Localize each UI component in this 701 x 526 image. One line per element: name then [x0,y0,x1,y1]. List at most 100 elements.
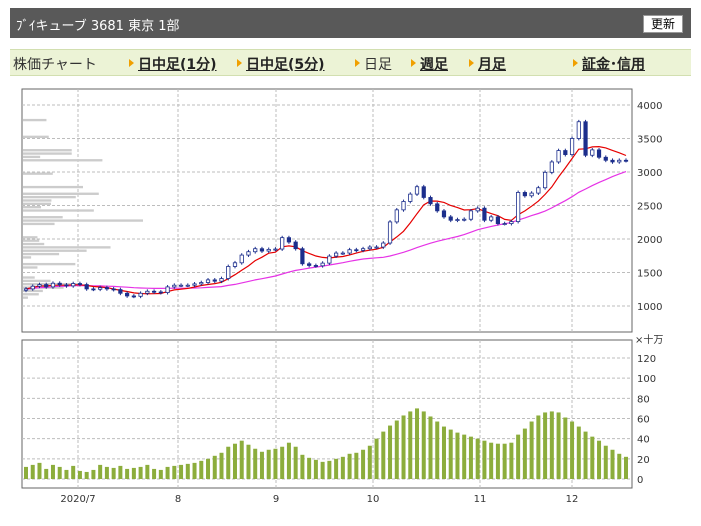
month-label: 2020/7 [60,494,95,505]
candle-up [340,252,345,255]
volume-bar [475,438,480,479]
volume-profile-bar [23,118,47,122]
candle-up [23,288,29,291]
candle-down [77,283,83,285]
candle-up [280,237,285,250]
candle-down [354,249,359,252]
candle-down [293,241,298,250]
candle-down [84,284,89,290]
volume-bar [388,425,393,479]
volume-bar [226,446,231,479]
volume-profile-bar [23,242,45,246]
volume-panel-frame [21,339,633,489]
volume-unit-label: ×十万 [635,333,663,346]
candle-down [118,289,123,294]
candle-up [192,283,197,286]
candle-down [421,186,426,198]
candle-down [522,192,527,197]
volume-profile-bar [23,296,28,299]
volume-bar [381,431,386,479]
volume-profile-bar [23,246,111,249]
candle-up [320,262,325,267]
candle-up [266,248,271,252]
volume-bar [253,448,258,479]
volume-profile-bar [23,293,39,296]
candle-down [313,265,318,267]
volume-bar [509,442,514,479]
candle-up [178,284,184,287]
volume-bar [597,440,602,479]
volume-bar [273,448,278,479]
candle-down [623,159,629,162]
volume-bar [44,468,49,479]
volume-bar [408,411,413,479]
candle-up [394,209,399,223]
candle-up [455,219,460,221]
volume-bar [293,446,298,479]
candle-down [448,216,453,221]
candle-up [98,287,103,290]
volume-bar [239,440,244,479]
candle-up [246,251,251,256]
volume-bar [394,420,399,479]
volume-bar [37,462,42,479]
candle-up [71,283,76,287]
volume-bar [617,453,622,479]
volume-bar [570,421,575,479]
volume-bar [84,471,89,479]
candle-down [64,284,69,287]
candle-up [327,255,332,264]
candle-up [232,262,238,267]
volume-tick-label: 40 [637,435,650,446]
volume-bar [516,434,521,479]
volume-bar [556,412,561,479]
candle-up [408,193,413,202]
candle-up [509,221,514,224]
candle-down [212,279,217,282]
volume-profile-bar [23,192,99,195]
candle-up [549,161,554,173]
candle-down [610,159,615,163]
candle-up [367,246,372,250]
volume-bar [145,464,150,479]
candle-up [516,192,521,222]
volume-tick-label: 60 [637,415,650,426]
candle-up [138,292,143,297]
chart-area: 1000 1500 2000 2500 3000 3500 4000 0 20 40 60 80 100… [21,88,663,505]
month-label: 11 [474,494,487,505]
candle-up [273,248,278,251]
candle-up [226,266,231,279]
month-label: 9 [273,494,279,505]
volume-profile-bar [23,202,51,205]
volume-tick-label: 20 [637,455,650,466]
volume-tick-label: 80 [637,394,650,405]
volume-bar [522,428,527,479]
volume-profile-bar [23,216,63,219]
volume-bar [502,443,507,479]
volume-bar [57,466,62,479]
price-tick-label: 2500 [637,202,662,213]
volume-bar [320,461,325,479]
candle-down [286,237,292,243]
candle-up [347,249,352,254]
candle-up [543,171,548,189]
volume-profile-bar [23,279,51,283]
volume-bar [421,411,426,479]
volume-tick-label: 120 [637,354,656,365]
volume-bar [71,465,76,479]
volume-profile-bar [23,222,55,226]
volume-bar [131,467,136,479]
candle-down [307,263,312,266]
volume-bar [266,449,271,479]
candle-down [131,295,136,298]
volume-bar [576,426,581,479]
candle-up [569,138,575,155]
volume-profile-bar [23,209,94,212]
volume-profile-bar [23,239,40,242]
volume-bar [206,458,211,479]
candle-up [219,278,224,282]
candle-up [387,221,393,244]
volume-bar [50,464,55,479]
candle-up [381,242,386,248]
volume-bar [118,465,123,479]
